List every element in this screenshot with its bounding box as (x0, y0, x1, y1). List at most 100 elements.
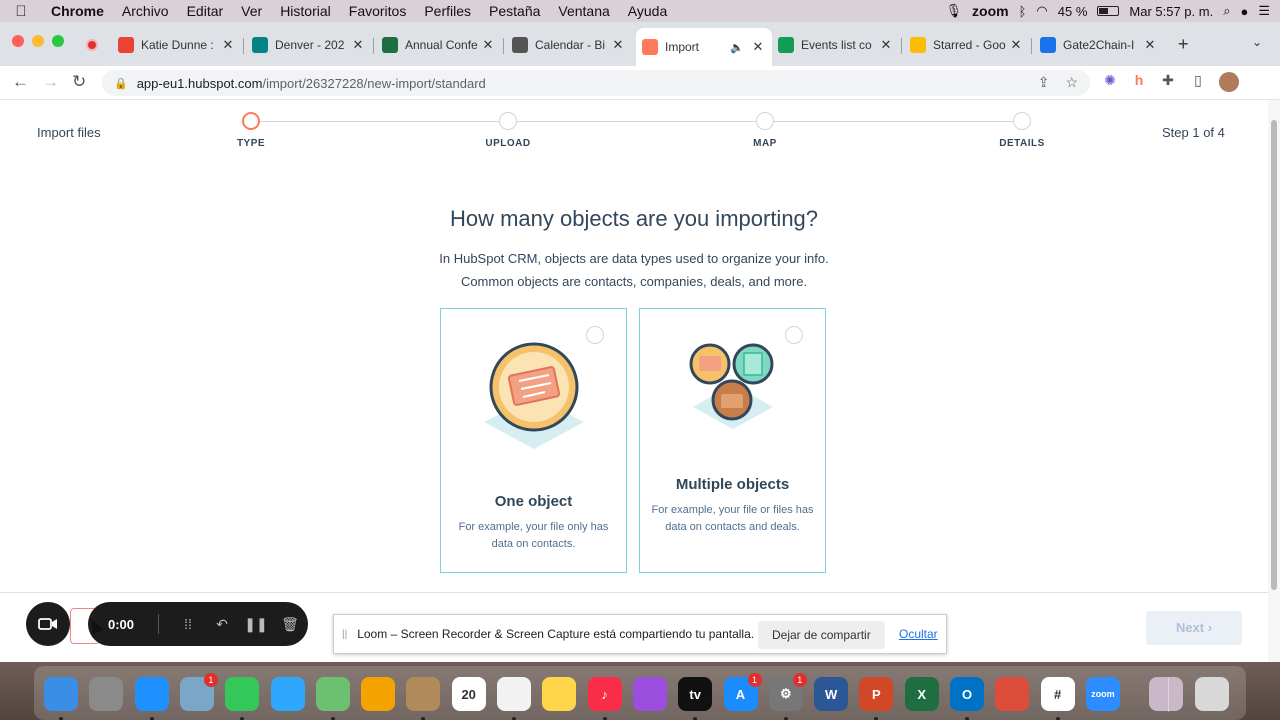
photos-dock-icon[interactable] (361, 677, 396, 711)
wifi-icon[interactable]: ◠ (1036, 3, 1047, 19)
drag-handle-icon[interactable]: ⁞⁞ (171, 616, 205, 632)
powerpoint-dock-icon[interactable]: P (859, 677, 894, 711)
slack-dock-icon[interactable]: # (1040, 677, 1075, 711)
podcasts-dock-icon[interactable] (632, 677, 667, 711)
multiple-objects-description: For example, your file or files has data… (651, 504, 814, 533)
menu-archivo[interactable]: Archivo (113, 3, 178, 19)
loom-timer: 0:00 (108, 616, 135, 632)
dock-icon-label: zoom (1091, 689, 1115, 699)
audio-playing-icon[interactable]: 🔈 (730, 41, 744, 54)
messages-dock-icon[interactable] (270, 677, 305, 711)
back-arrow-icon[interactable]: ← (12, 72, 29, 92)
trash-dock-icon[interactable] (1194, 677, 1229, 711)
browser-tab[interactable]: Annual Confe ✕ (376, 30, 502, 60)
close-tab-icon[interactable]: ✕ (878, 37, 894, 53)
microphone-icon[interactable]: 🎙 (946, 3, 963, 19)
address-bar[interactable]: 🔒 app-eu1.hubspot.com /import/26327228/n… (102, 70, 1090, 96)
close-tab-icon[interactable]: ✕ (750, 39, 766, 55)
forward-arrow-icon[interactable]: → (42, 72, 59, 92)
minimize-window-button[interactable] (32, 35, 44, 47)
menu-ventana[interactable]: Ventana (549, 3, 618, 19)
close-tab-icon[interactable]: ✕ (220, 37, 236, 53)
share-icon[interactable]: ⇪ (1038, 74, 1050, 91)
word-dock-icon[interactable]: W (814, 677, 849, 711)
scrollbar-thumb[interactable] (1271, 120, 1277, 590)
excel-dock-icon[interactable]: X (904, 677, 939, 711)
hubspot-extension-icon[interactable]: h (1129, 72, 1149, 92)
browser-tab[interactable]: Denver - 202 ✕ (246, 30, 372, 60)
menu-pestana[interactable]: Pestaña (480, 3, 549, 19)
menu-historial[interactable]: Historial (271, 3, 340, 19)
menu-chrome[interactable]: Chrome (42, 3, 113, 19)
lock-icon[interactable]: 🔒 (114, 77, 128, 90)
close-tab-icon[interactable]: ✕ (480, 37, 496, 53)
menubar-clock[interactable]: Mar 5:57 p. m. (1129, 4, 1213, 19)
control-center-icon[interactable]: ☰ (1258, 3, 1270, 19)
maps-dock-icon[interactable] (315, 677, 350, 711)
pause-icon[interactable]: ❚❚ (239, 616, 273, 633)
trash-icon[interactable]: 🗑 (273, 616, 307, 633)
close-tab-icon[interactable]: ✕ (350, 37, 366, 53)
one-object-card[interactable]: One object For example, your file only h… (440, 308, 627, 573)
bookmark-star-icon[interactable]: ☆ (1065, 74, 1078, 91)
finder-dock-icon[interactable] (44, 677, 78, 711)
menu-favoritos[interactable]: Favoritos (340, 3, 416, 19)
bluetooth-icon[interactable]: ᛒ (1019, 4, 1027, 19)
music-dock-icon[interactable]: ♪ (587, 677, 622, 711)
reload-icon[interactable]: ↻ (72, 72, 86, 92)
browser-tab[interactable]: Gate2Chain-I ✕ (1034, 30, 1164, 60)
downloads-dock-icon[interactable] (1149, 677, 1184, 711)
notes-dock-icon[interactable] (542, 677, 577, 711)
gmail-icon (118, 37, 134, 53)
recording-indicator-icon (86, 39, 98, 51)
apple-tv-dock-icon[interactable]: tv (678, 677, 713, 711)
undo-icon[interactable]: ↶ (205, 616, 239, 633)
profile-avatar[interactable] (1219, 72, 1239, 92)
facetime-dock-icon[interactable] (225, 677, 260, 711)
extensions-puzzle-icon[interactable]: ✚ (1158, 72, 1178, 92)
browser-tab[interactable]: Import 🔈 ✕ (636, 28, 772, 66)
browser-tab[interactable]: Events list co ✕ (772, 30, 900, 60)
stop-sharing-button[interactable]: Dejar de compartir (758, 621, 885, 649)
contacts-dock-icon[interactable] (406, 677, 441, 711)
browser-tab[interactable]: Starred - Goo ✕ (904, 30, 1030, 60)
single-object-illustration-icon (484, 342, 584, 449)
loom-camera-button[interactable] (26, 602, 70, 646)
outlook-dock-icon[interactable]: O (950, 677, 984, 711)
menu-perfiles[interactable]: Perfiles (415, 3, 480, 19)
menu-ver[interactable]: Ver (232, 3, 271, 19)
tab-search-chevron-icon[interactable]: ⌄ (1252, 35, 1262, 49)
battery-icon[interactable] (1097, 6, 1120, 16)
step-label: MAP (753, 138, 777, 149)
apple-menu-icon[interactable]:  (0, 3, 42, 20)
grip-icon[interactable]: || (342, 629, 347, 640)
side-panel-icon[interactable]: ▯ (1188, 72, 1208, 92)
reminders-dock-icon[interactable] (497, 677, 531, 711)
browser-tab[interactable]: Calendar - Bi ✕ (506, 30, 632, 60)
siri-icon[interactable]: ● (1240, 4, 1248, 19)
multiple-objects-card[interactable]: Multiple objects For example, your file … (639, 308, 826, 573)
next-button[interactable]: Next › (1146, 611, 1242, 645)
safari-dock-icon[interactable] (134, 677, 169, 711)
zoom-dock-icon[interactable]: zoom (1085, 677, 1120, 711)
new-tab-plus-icon[interactable]: + (1178, 34, 1189, 55)
calendar-dock-icon[interactable]: 20 (451, 677, 486, 711)
omnibox-actions: ⇪ ☆ (1038, 74, 1078, 91)
extension-icon[interactable]: ✺ (1100, 72, 1120, 92)
menu-ayuda[interactable]: Ayuda (619, 3, 676, 19)
hide-link[interactable]: Ocultar (899, 627, 938, 641)
page-scrollbar[interactable] (1268, 100, 1280, 662)
close-window-button[interactable] (12, 35, 24, 47)
maximize-window-button[interactable] (52, 35, 64, 47)
menu-editar[interactable]: Editar (178, 3, 233, 19)
zoom-menu-label[interactable]: zoom (972, 3, 1009, 19)
close-tab-icon[interactable]: ✕ (1142, 37, 1158, 53)
close-tab-icon[interactable]: ✕ (1008, 37, 1024, 53)
browser-tab[interactable]: Katie Dunne : ✕ (112, 30, 242, 60)
spotlight-search-icon[interactable]: ⌕ (1223, 3, 1230, 19)
chrome-dock-icon[interactable] (995, 677, 1030, 711)
launchpad-dock-icon[interactable] (89, 677, 124, 711)
close-tab-icon[interactable]: ✕ (610, 37, 626, 53)
chrome-window: Katie Dunne : ✕ Denver - 202 ✕ Annual Confe ✕… (0, 22, 1280, 662)
tab-separator (243, 38, 244, 54)
